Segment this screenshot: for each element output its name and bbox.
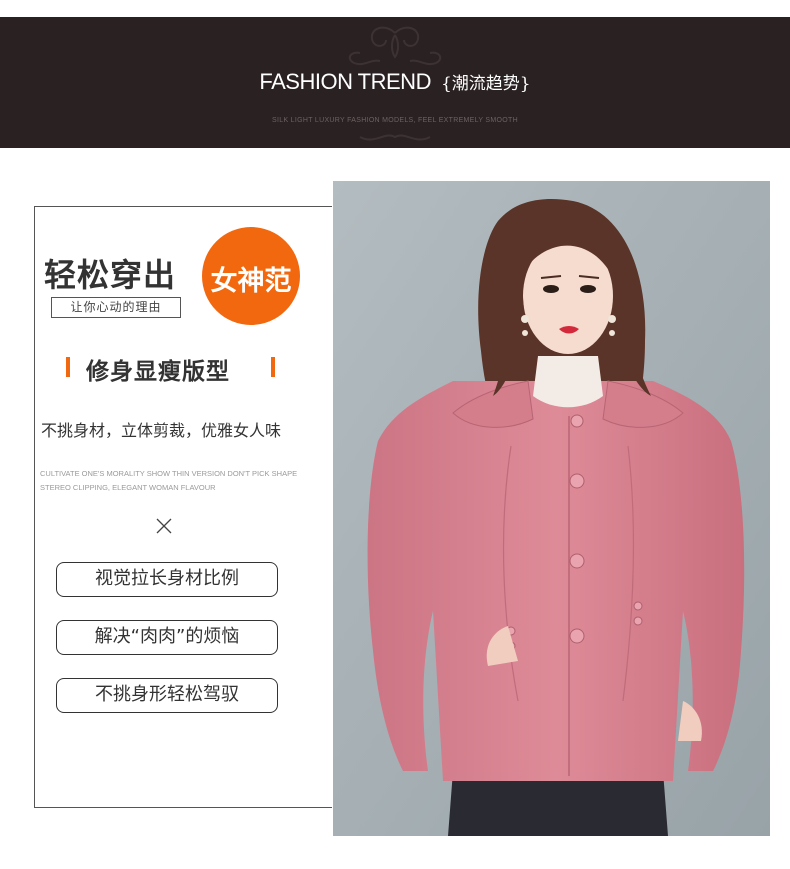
description-en: CULTIVATE ONE'S MORALITY SHOW THIN VERSI…: [40, 467, 297, 495]
description: 不挑身材，立体剪裁，优雅女人味: [41, 421, 282, 440]
reason-label: 让你心动的理由: [51, 297, 181, 318]
headline: 轻松穿出: [44, 256, 177, 294]
feature-title: 修身显瘦版型: [66, 352, 278, 385]
model-illustration: [333, 181, 770, 836]
description-en-line1: CULTIVATE ONE'S MORALITY SHOW THIN VERSI…: [40, 469, 298, 478]
top-banner: FASHION TREND {潮流趋势} SILK LIGHT LUXURY FA…: [0, 17, 790, 148]
goddess-badge: 女神范: [202, 227, 300, 325]
banner-title-cn: {潮流趋势}: [440, 74, 531, 94]
feature-title-bar-right: [271, 357, 275, 377]
tag-easy-wear: 不挑身形轻松驾驭: [56, 678, 278, 713]
cross-icon: [156, 518, 172, 534]
feature-title-bar-left: [66, 357, 70, 377]
panel-border-bottom: [34, 807, 332, 808]
banner-title: FASHION TREND {潮流趋势}: [0, 69, 790, 95]
description-en-line2: STEREO CLIPPING, ELEGANT WOMAN FLAVOUR: [40, 483, 216, 492]
feature-title-text: 修身显瘦版型: [86, 359, 230, 385]
panel-border-top: [34, 206, 332, 207]
banner-subtitle: SILK LIGHT LUXURY FASHION MODELS, FEEL E…: [272, 117, 518, 124]
panel-border-left: [34, 206, 35, 808]
bottom-ornament-icon: [359, 134, 431, 141]
banner-title-en: FASHION TREND: [259, 69, 431, 94]
goddess-badge-text: 女神范: [210, 266, 292, 297]
product-photo: [333, 181, 770, 836]
tag-lengthen: 视觉拉长身材比例: [56, 562, 278, 597]
tag-slimming: 解决“肉肉”的烦恼: [56, 620, 278, 655]
